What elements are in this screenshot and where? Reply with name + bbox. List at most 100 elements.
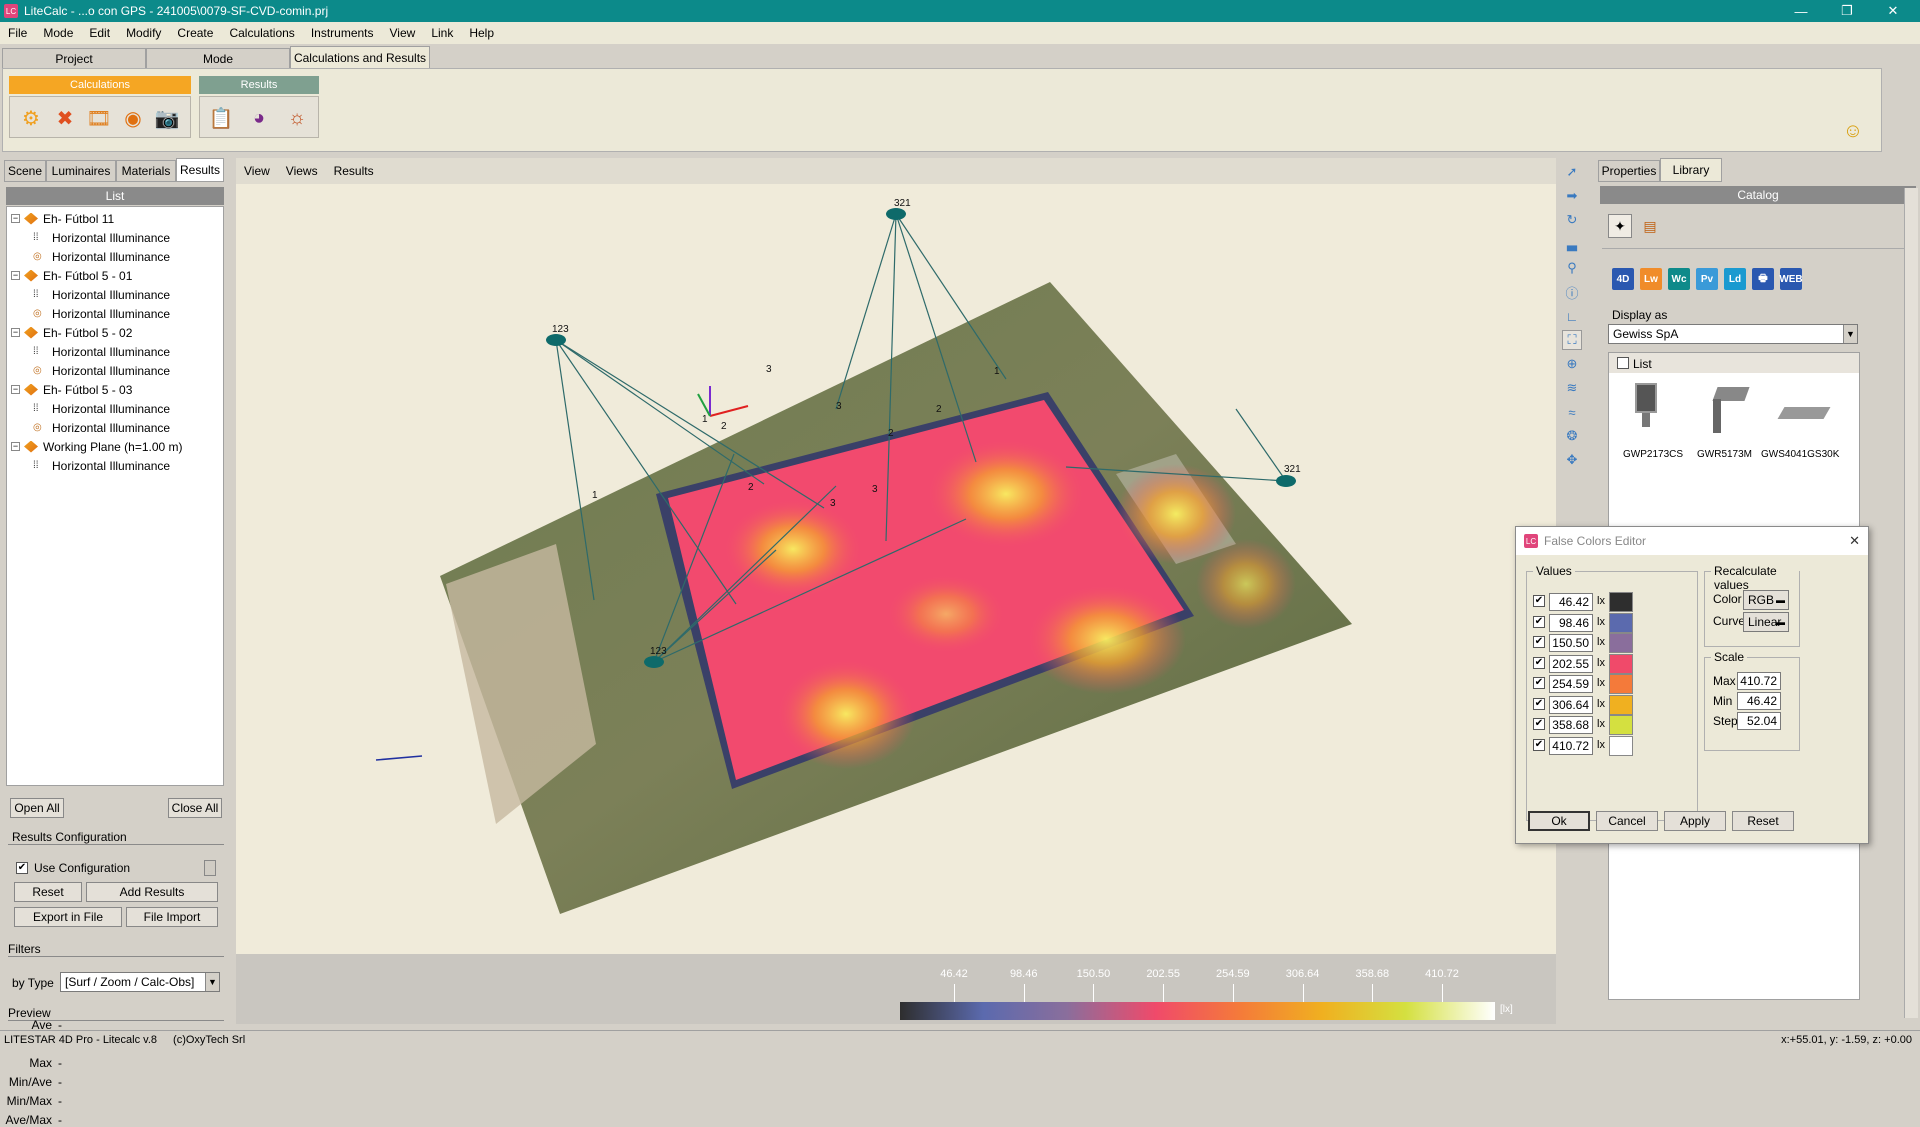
chart-icon[interactable]: ⛶ <box>1562 330 1582 350</box>
menu-mode[interactable]: Mode <box>35 26 81 40</box>
menu-help[interactable]: Help <box>461 26 502 40</box>
move-arrow-icon[interactable]: ➡ <box>1562 186 1582 206</box>
expand-toggle-icon[interactable]: − <box>11 442 20 451</box>
accessories-icon[interactable]: ▤ <box>1638 214 1662 238</box>
ok-button[interactable]: Ok <box>1528 811 1590 831</box>
tree-node[interactable]: ◎ Horizontal Illuminance <box>33 418 170 437</box>
wave-icon[interactable]: ≋ <box>1562 378 1582 398</box>
tree-node[interactable]: ⁞⁞ Horizontal Illuminance <box>33 228 170 247</box>
tab-calculations-results[interactable]: Calculations and Results <box>290 46 430 68</box>
tree-node[interactable]: ⁞⁞ Horizontal Illuminance <box>33 399 170 418</box>
max-input[interactable]: 410.72 <box>1737 672 1781 690</box>
expand-toggle-icon[interactable]: − <box>11 385 20 394</box>
luminaire-pole[interactable] <box>644 656 664 668</box>
manufacturer-logo-icon[interactable]: Pv <box>1696 268 1718 290</box>
pan-icon[interactable]: ✥ <box>1562 450 1582 470</box>
chevron-down-icon[interactable]: ▼ <box>1843 325 1857 343</box>
tree-node[interactable]: − Eh- Fútbol 11 <box>11 209 114 228</box>
luminaire-pole[interactable] <box>886 208 906 220</box>
floodlight-icon[interactable] <box>1631 383 1661 443</box>
value-checkbox[interactable]: ✔ <box>1533 677 1545 689</box>
value-input[interactable]: 306.64 <box>1549 695 1593 714</box>
apply-button[interactable]: Apply <box>1664 811 1726 831</box>
manufacturer-logo-icon[interactable]: 🖶 <box>1752 268 1774 290</box>
value-input[interactable]: 46.42 <box>1549 593 1593 611</box>
menu-edit[interactable]: Edit <box>81 26 118 40</box>
axis-gizmo[interactable] <box>697 386 749 417</box>
select-arrow-icon[interactable]: ➚ <box>1562 162 1582 182</box>
color-swatch[interactable] <box>1609 633 1633 653</box>
height-icon[interactable]: ▃ <box>1562 234 1582 254</box>
3d-scene[interactable]: 3 3 2 2 2 2 1 1 3 3 1 321 321 123 123 <box>236 184 1556 954</box>
color-swatch[interactable] <box>1609 715 1633 735</box>
value-checkbox[interactable]: ✔ <box>1533 697 1545 710</box>
menu-view[interactable]: View <box>382 26 424 40</box>
color-swatch[interactable] <box>1609 694 1633 715</box>
tree-node[interactable]: ◎ Horizontal Illuminance <box>33 361 170 380</box>
tab-materials[interactable]: Materials <box>116 160 176 182</box>
manufacturer-logo-icon[interactable]: Lw <box>1640 268 1662 290</box>
file-import-button[interactable]: File Import <box>126 907 218 927</box>
value-input[interactable]: 98.46 <box>1549 613 1593 632</box>
vp-menu-view[interactable]: View <box>236 164 278 178</box>
tree-node[interactable]: ⁞⁞ Horizontal Illuminance <box>33 342 170 361</box>
use-config-checkbox[interactable]: ✔ <box>16 862 28 874</box>
manufacturer-logo-icon[interactable]: WEB <box>1779 268 1803 290</box>
tree-node[interactable]: ⁞⁞ Horizontal Illuminance <box>33 456 170 475</box>
vp-menu-views[interactable]: Views <box>278 164 326 178</box>
calc-camera-icon[interactable]: 📷 <box>152 103 182 133</box>
value-checkbox[interactable]: ✔ <box>1533 615 1545 628</box>
value-input[interactable]: 202.55 <box>1549 654 1593 673</box>
manufacturer-logo-icon[interactable]: 4D <box>1612 268 1634 290</box>
menu-link[interactable]: Link <box>423 26 461 40</box>
tree-node[interactable]: − Eh- Fútbol 5 - 03 <box>11 380 132 399</box>
calc-render-icon[interactable]: ◉ <box>118 103 148 133</box>
product-name[interactable]: GWS4041GS30K <box>1761 449 1839 460</box>
color-swatch[interactable] <box>1609 592 1633 612</box>
user-icon[interactable]: ☺ <box>1839 117 1867 145</box>
scene-svg[interactable]: 3 3 2 2 2 2 1 1 3 3 1 321 321 123 123 <box>236 184 1556 954</box>
list-checkbox[interactable] <box>1617 357 1629 369</box>
value-input[interactable]: 358.68 <box>1549 716 1593 734</box>
luminaire-pole[interactable] <box>1276 475 1296 487</box>
calc-film-icon[interactable]: 🎞 <box>84 103 114 133</box>
min-input[interactable]: 46.42 <box>1737 692 1781 710</box>
expand-toggle-icon[interactable]: − <box>11 328 20 337</box>
rotate-icon[interactable]: ↻ <box>1562 210 1582 230</box>
right-scrollbar[interactable] <box>1904 188 1918 1018</box>
step-input[interactable]: 52.04 <box>1737 712 1781 730</box>
isolines-icon[interactable]: ◕ <box>244 103 274 133</box>
calc-clear-icon[interactable]: ✖ <box>50 103 80 133</box>
tab-properties[interactable]: Properties <box>1598 160 1660 182</box>
expand-toggle-icon[interactable]: − <box>11 214 20 223</box>
chevron-down-icon[interactable]: ▼ <box>205 973 219 991</box>
streetlight-icon[interactable] <box>1707 387 1751 437</box>
open-all-button[interactable]: Open All <box>10 798 64 818</box>
calc-run-icon[interactable]: ⚙ <box>16 103 46 133</box>
value-input[interactable]: 254.59 <box>1549 675 1593 693</box>
info-icon[interactable]: ⓘ <box>1562 282 1582 302</box>
value-checkbox[interactable]: ✔ <box>1533 718 1545 730</box>
minimize-button[interactable]: — <box>1778 0 1824 22</box>
curve-select[interactable]: Linear ▬ <box>1743 612 1789 632</box>
cancel-button[interactable]: Cancel <box>1596 811 1658 831</box>
wave2-icon[interactable]: ≈ <box>1562 402 1582 422</box>
tree-node[interactable]: − Eh- Fútbol 5 - 02 <box>11 323 132 342</box>
tab-mode[interactable]: Mode <box>146 48 290 68</box>
reset-button[interactable]: Reset <box>14 882 82 902</box>
menu-create[interactable]: Create <box>169 26 221 40</box>
report-icon[interactable]: 📋 <box>206 103 236 133</box>
tree-node[interactable]: ◎ Horizontal Illuminance <box>33 304 170 323</box>
value-checkbox[interactable]: ✔ <box>1533 595 1545 607</box>
by-type-select[interactable]: [Surf / Zoom / Calc-Obs] ▼ <box>60 972 220 992</box>
expand-toggle-icon[interactable]: − <box>11 271 20 280</box>
tree-node[interactable]: ◎ Horizontal Illuminance <box>33 247 170 266</box>
aim-icon[interactable]: ⚲ <box>1562 258 1582 278</box>
product-name[interactable]: GWR5173M <box>1697 449 1752 460</box>
close-icon[interactable]: ✕ <box>1849 533 1860 549</box>
value-checkbox[interactable]: ✔ <box>1533 636 1545 648</box>
luminaire-filter-icon[interactable]: ✦ <box>1608 214 1632 238</box>
value-checkbox[interactable]: ✔ <box>1533 738 1545 751</box>
color-swatch[interactable] <box>1609 674 1633 694</box>
value-input[interactable]: 150.50 <box>1549 634 1593 652</box>
